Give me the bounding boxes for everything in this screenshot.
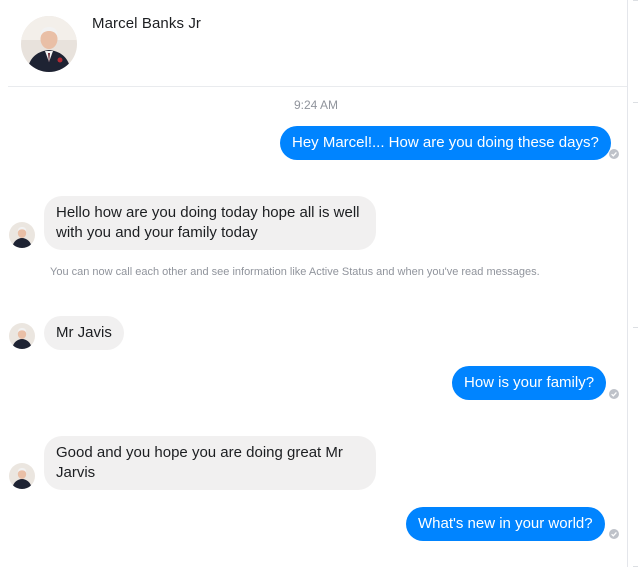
contact-avatar-small[interactable] — [9, 323, 35, 349]
contact-avatar[interactable] — [21, 16, 77, 72]
outgoing-message[interactable]: How is your family? — [452, 366, 607, 400]
panel-edge-mark — [633, 0, 638, 1]
header-divider — [8, 86, 627, 87]
check-circle-icon — [609, 529, 619, 539]
conversation-header: Marcel Banks Jr — [0, 0, 627, 86]
incoming-message[interactable]: Hello how are you doing today hope all i… — [44, 196, 376, 250]
contact-avatar-small[interactable] — [9, 222, 35, 248]
chat-window: Marcel Banks Jr 9:24 AM Hey Marcel!... H… — [0, 0, 638, 567]
outgoing-message[interactable]: Hey Marcel!... How are you doing these d… — [280, 126, 611, 160]
panel-edge-mark — [633, 327, 638, 328]
outgoing-message[interactable]: What's new in your world? — [406, 507, 605, 541]
message-timestamp: 9:24 AM — [293, 98, 339, 112]
panel-edge-mark — [633, 102, 638, 103]
check-circle-icon — [609, 149, 619, 159]
info-note: You can now call each other and see info… — [50, 266, 540, 278]
contact-avatar-small[interactable] — [9, 463, 35, 489]
incoming-message[interactable]: Mr Javis — [44, 316, 124, 350]
check-circle-icon — [609, 389, 619, 399]
contact-name[interactable]: Marcel Banks Jr — [92, 15, 201, 32]
incoming-message[interactable]: Good and you hope you are doing great Mr… — [44, 436, 376, 490]
panel-divider — [627, 0, 628, 567]
